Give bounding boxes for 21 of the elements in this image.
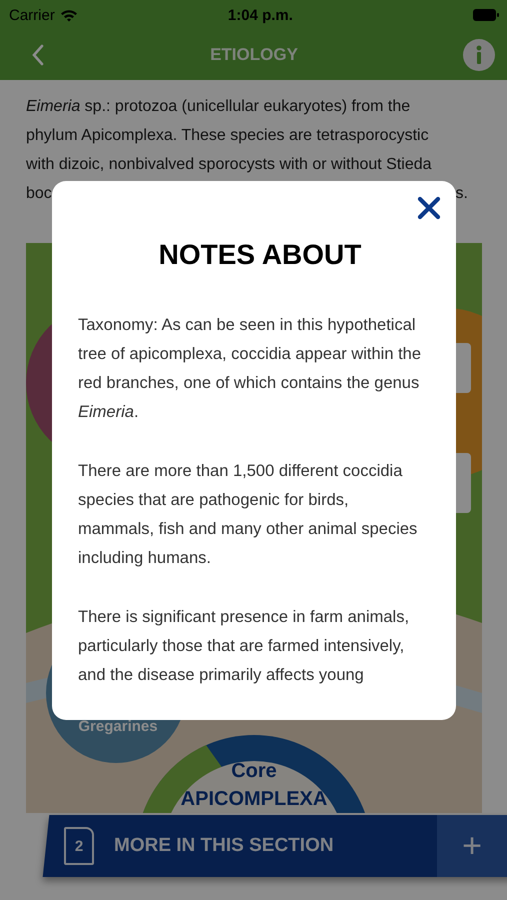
carrier-label: Carrier: [9, 6, 55, 24]
diagram-label: APICOMPLEXA: [180, 788, 328, 810]
more-in-section-label: MORE IN THIS SECTION: [114, 835, 335, 857]
close-icon[interactable]: [417, 196, 441, 220]
intro-text-fragment: s.: [456, 184, 468, 204]
info-icon[interactable]: [463, 39, 495, 71]
diagram-label: Gregarines: [78, 718, 158, 735]
document-count-badge: 2: [64, 827, 94, 865]
expand-button[interactable]: +: [437, 815, 507, 877]
dialog-paragraph: There are more than 1,500 different coccidia species that are pathogenic for birds, mammals, fish and many other animal species including humans.: [78, 461, 418, 569]
dialog-title: NOTES ABOUT: [158, 238, 362, 272]
dialog-paragraph: There is significant presence in farm animals, particularly those that are farmed intensively, and the disease primarily affects young: [78, 607, 410, 686]
screen-title: ETIOLOGY: [209, 45, 299, 65]
diagram-label: Core: [231, 760, 277, 782]
dialog-paragraph: Taxonomy: As can be seen in this hypothetical tree of apicomplexa, coccidia appear within the red branches, one of which contains the genus Eimeria.: [78, 315, 422, 423]
battery-icon: [473, 9, 499, 21]
status-time: 1:04 p.m.: [226, 6, 294, 24]
back-icon[interactable]: [31, 44, 45, 66]
more-in-section-bar[interactable]: 2 MORE IN THIS SECTION +: [42, 815, 507, 877]
intro-text-fragment: boc: [26, 184, 52, 204]
wifi-icon: [60, 8, 78, 22]
